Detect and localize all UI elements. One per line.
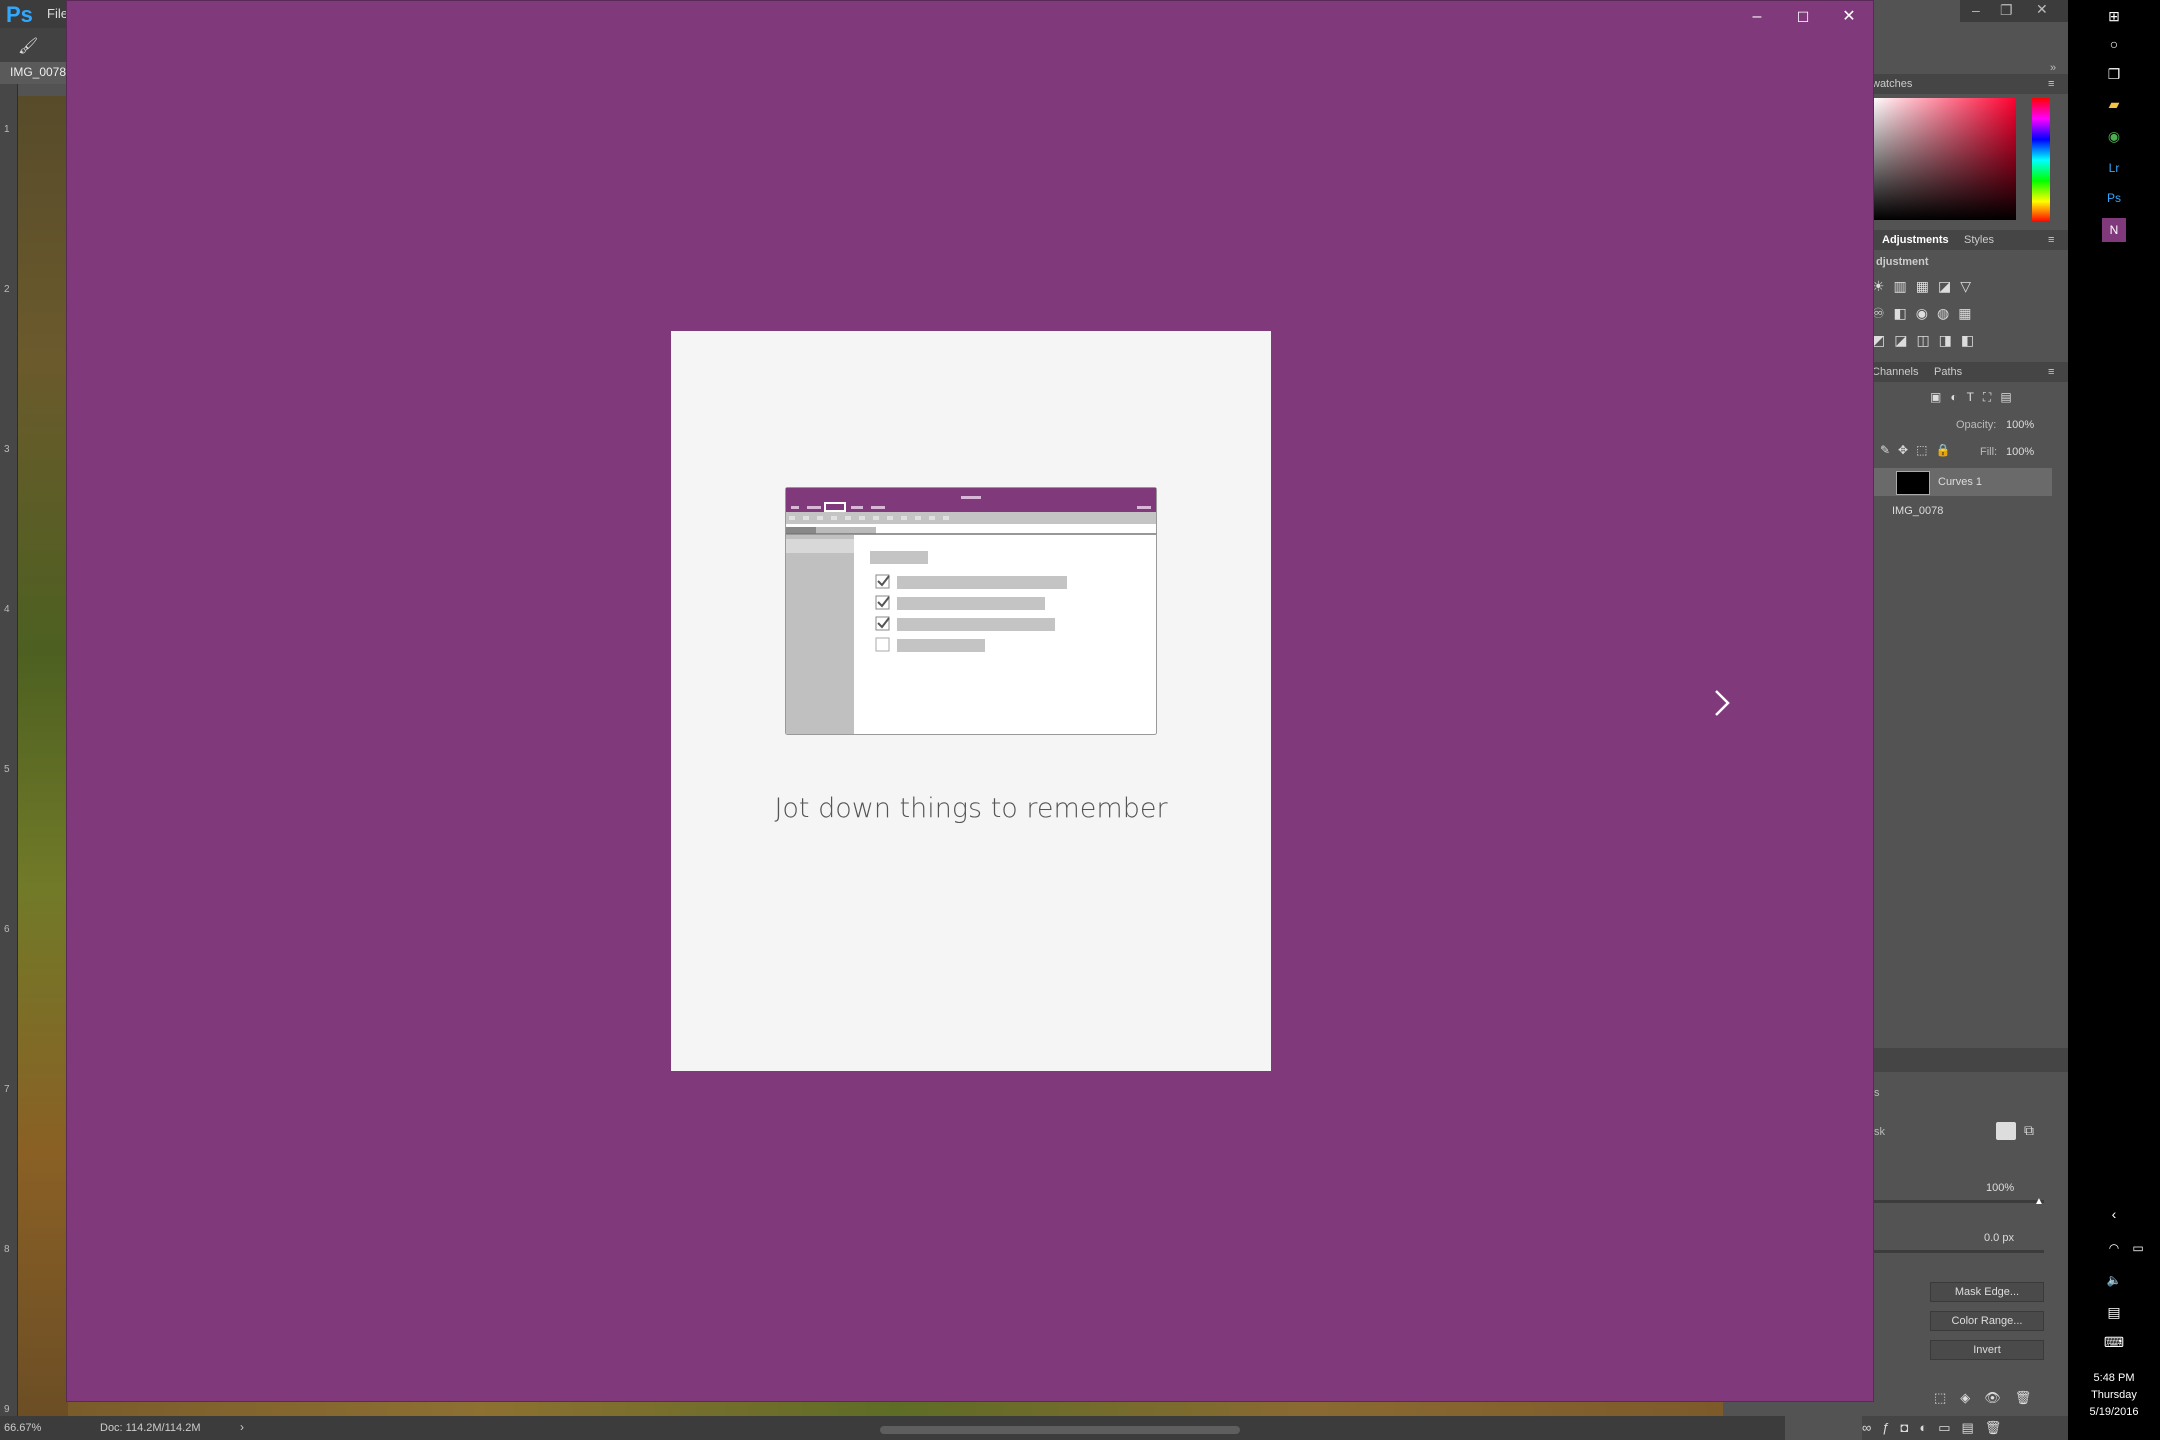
vertical-ruler: 1 2 3 4 5 6 7 8 9 (0, 84, 18, 1416)
panel-menu-icon[interactable]: ≡ (2048, 234, 2054, 246)
ruler-number: 7 (4, 1084, 10, 1095)
properties-label-fragment: s (1874, 1087, 1880, 1099)
layers-footer-icons[interactable]: ∞ƒ◘◐▭▤🗑 (1862, 1416, 2068, 1440)
ps-close-icon[interactable]: ✕ (2036, 1, 2048, 18)
wifi-icon[interactable]: ◠ (2102, 1236, 2126, 1260)
onenote-taskbar-icon[interactable]: N (2102, 218, 2126, 242)
ruler-number: 5 (4, 764, 10, 775)
adjustment-icons-row-1[interactable]: ☀▥▦◪▽ (1872, 278, 1980, 295)
tab-paths[interactable]: Paths (1934, 366, 1962, 378)
options-bar: 🖌 (0, 28, 68, 66)
panel-menu-icon[interactable]: ≡ (2048, 78, 2054, 90)
cortana-icon[interactable]: ○ (2102, 32, 2126, 56)
hue-slider[interactable] (2032, 98, 2050, 222)
properties-mask-fragment: sk (1874, 1126, 1885, 1138)
layer-row[interactable]: IMG_0078 (1872, 497, 2052, 525)
ruler-number: 4 (4, 604, 10, 615)
status-zoom[interactable]: 66.67% (4, 1422, 41, 1434)
close-icon[interactable]: ✕ (1827, 5, 1871, 29)
pixel-mask-icon[interactable] (1996, 1122, 2016, 1140)
density-slider[interactable] (1872, 1200, 2044, 1203)
ruler-number: 1 (4, 124, 10, 135)
status-doc-size: Doc: 114.2M/114.2M (100, 1422, 201, 1434)
density-slider-handle-icon[interactable]: ▲ (2034, 1196, 2044, 1207)
adjustments-panel-header: Adjustments Styles ≡ (1872, 230, 2068, 250)
onboarding-caption: Jot down things to remember (774, 793, 1168, 824)
tab-channels[interactable]: Channels (1872, 366, 1918, 378)
layer-lock-icons[interactable]: ✎✥⬚🔒 (1880, 443, 1958, 457)
ruler-number: 2 (4, 284, 10, 295)
swatches-panel-header: watches ≡ (1872, 74, 2068, 94)
chrome-icon[interactable]: ◉ (2102, 124, 2126, 148)
status-arrow-icon[interactable]: › (240, 1420, 244, 1434)
next-slide-chevron-icon[interactable] (1707, 683, 1737, 723)
adjustment-icons-row-3[interactable]: ◩◪◫◨◧ (1872, 332, 1983, 349)
properties-panel-header (1872, 1048, 2068, 1072)
taskbar-date[interactable]: 5/19/2016 (2068, 1404, 2160, 1421)
tab-styles[interactable]: Styles (1964, 234, 1994, 246)
feather-slider[interactable] (1872, 1250, 2044, 1253)
photoshop-logo: Ps (6, 2, 33, 27)
density-value: 100% (1986, 1182, 2015, 1194)
show-hidden-icons-icon[interactable]: ‹ (2102, 1202, 2126, 1226)
windows-start-icon[interactable]: ⊞ (2102, 4, 2126, 28)
color-range-button[interactable]: Color Range... (1930, 1311, 2044, 1331)
ruler-number: 6 (4, 924, 10, 935)
minimize-icon[interactable]: – (1735, 5, 1779, 29)
layer-name: Curves 1 (1938, 476, 1983, 488)
panel-menu-icon[interactable]: ≡ (2048, 366, 2054, 378)
layer-row[interactable]: Curves 1 (1872, 468, 2052, 496)
mask-edge-button[interactable]: Mask Edge... (1930, 1282, 2044, 1302)
onboarding-card: Jot down things to remember (671, 331, 1271, 1071)
ps-minimize-icon[interactable]: – (1972, 2, 1980, 18)
adjustment-icons-row-2[interactable]: ♾◧◉◍▦ (1872, 305, 1980, 322)
onenote-checklist-illustration (785, 487, 1157, 735)
opacity-value[interactable]: 100% (2006, 419, 2034, 431)
photoshop-taskbar-icon[interactable]: Ps (2102, 186, 2126, 210)
image-canvas[interactable] (18, 96, 68, 1416)
fill-label: Fill: (1980, 446, 1998, 458)
ruler-number: 3 (4, 444, 10, 455)
volume-icon[interactable]: 🔈 (2102, 1268, 2126, 1292)
touch-keyboard-icon[interactable]: ⌨ (2102, 1330, 2126, 1354)
opacity-label: Opacity: (1956, 419, 1997, 431)
color-picker-field[interactable] (1872, 98, 2016, 220)
brush-tool-icon[interactable]: 🖌 (18, 36, 38, 56)
maximize-icon[interactable]: ☐ (1781, 5, 1825, 29)
lightroom-icon[interactable]: Lr (2102, 156, 2126, 180)
taskbar-time[interactable]: 5:48 PM (2068, 1370, 2160, 1387)
layer-name: IMG_0078 (1892, 505, 1944, 517)
horizontal-scrollbar[interactable] (880, 1426, 1240, 1434)
onenote-window: – ☐ ✕ Jot down things to remember (66, 0, 1874, 1402)
fill-value[interactable]: 100% (2006, 446, 2034, 458)
menu-file[interactable]: File (47, 6, 68, 21)
tab-swatches[interactable]: watches (1872, 78, 1912, 90)
action-center-icon[interactable]: ▤ (2102, 1300, 2126, 1324)
layer-mask-thumbnail (1896, 471, 1930, 495)
collapse-panels-icon[interactable]: » (2050, 62, 2056, 74)
adjustment-label: djustment (1876, 256, 1929, 268)
file-explorer-icon[interactable]: ▰ (2102, 92, 2126, 116)
task-view-icon[interactable]: ❐ (2102, 62, 2126, 86)
layer-filter-icons[interactable]: ▣◐T⛶▤ (1930, 390, 2021, 405)
battery-icon[interactable]: ▭ (2126, 1236, 2150, 1260)
invert-button[interactable]: Invert (1930, 1340, 2044, 1360)
image-canvas-bottom (68, 1400, 1723, 1416)
ruler-number: 9 (4, 1404, 10, 1415)
ps-restore-icon[interactable]: ❐ (2000, 2, 2013, 19)
properties-footer-icons[interactable]: ⬚◈👁🗑 (1934, 1390, 2045, 1406)
document-tab[interactable]: IMG_0078 (0, 62, 68, 84)
layers-panel-header: Channels Paths ≡ (1872, 362, 2068, 382)
photoshop-window-controls: – ❐ ✕ (1960, 0, 2068, 22)
taskbar-day[interactable]: Thursday (2068, 1387, 2160, 1404)
ruler-number: 8 (4, 1244, 10, 1255)
vector-mask-icon[interactable]: ⧉ (2024, 1122, 2034, 1139)
feather-value: 0.0 px (1984, 1232, 2014, 1244)
tab-adjustments[interactable]: Adjustments (1882, 234, 1949, 246)
